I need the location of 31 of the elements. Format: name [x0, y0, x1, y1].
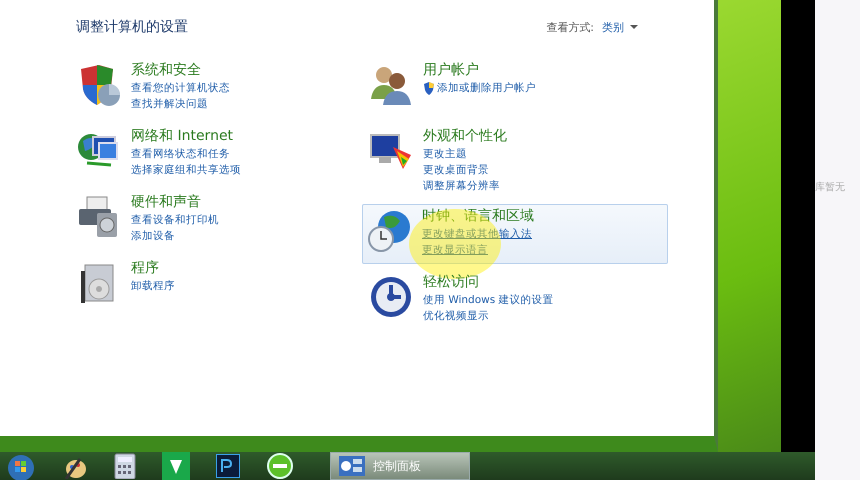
task-link[interactable]: 查找并解决问题: [131, 97, 230, 111]
category-link[interactable]: 网络和 Internet: [131, 127, 241, 145]
task-link[interactable]: 查看设备和打印机: [131, 213, 219, 227]
category-link[interactable]: 外观和个性化: [423, 127, 507, 145]
task-link[interactable]: 更改主题: [423, 147, 507, 161]
task-link[interactable]: 选择家庭组和共享选项: [131, 163, 241, 177]
minus-circle-icon[interactable]: [266, 452, 294, 480]
category-link[interactable]: 程序: [131, 259, 175, 277]
view-by-dropdown[interactable]: 类别: [602, 20, 638, 34]
task-link[interactable]: 添加设备: [131, 229, 219, 243]
control-panel-icon: [339, 456, 365, 476]
task-link[interactable]: 添加或删除用户帐户: [423, 81, 536, 95]
window-title: 调整计算机的设置: [76, 18, 188, 36]
calculator-icon[interactable]: [114, 453, 136, 479]
photoshop-icon[interactable]: [216, 454, 240, 478]
category-link[interactable]: 硬件和声音: [131, 193, 219, 211]
category-link[interactable]: 用户帐户: [423, 61, 536, 79]
task-link[interactable]: 卸载程序: [131, 279, 175, 293]
task-link[interactable]: 优化视频显示: [423, 309, 554, 323]
task-link[interactable]: 调整屏幕分辨率: [423, 179, 507, 193]
category-link[interactable]: 系统和安全: [131, 61, 230, 79]
globe-clock-icon: [368, 209, 412, 253]
task-link[interactable]: 查看网络状态和任务: [131, 147, 241, 161]
category-link[interactable]: 轻松访问: [423, 273, 554, 291]
start-orb-icon[interactable]: [6, 452, 36, 480]
side-text: 库暂无: [815, 180, 846, 194]
task-link[interactable]: 更改桌面背景: [423, 163, 507, 177]
accessibility-icon: [369, 275, 413, 319]
task-link[interactable]: 使用 Windows 建议的设置: [423, 293, 554, 307]
view-by-label: 查看方式:: [546, 20, 594, 34]
task-link[interactable]: 查看您的计算机状态: [131, 81, 230, 95]
